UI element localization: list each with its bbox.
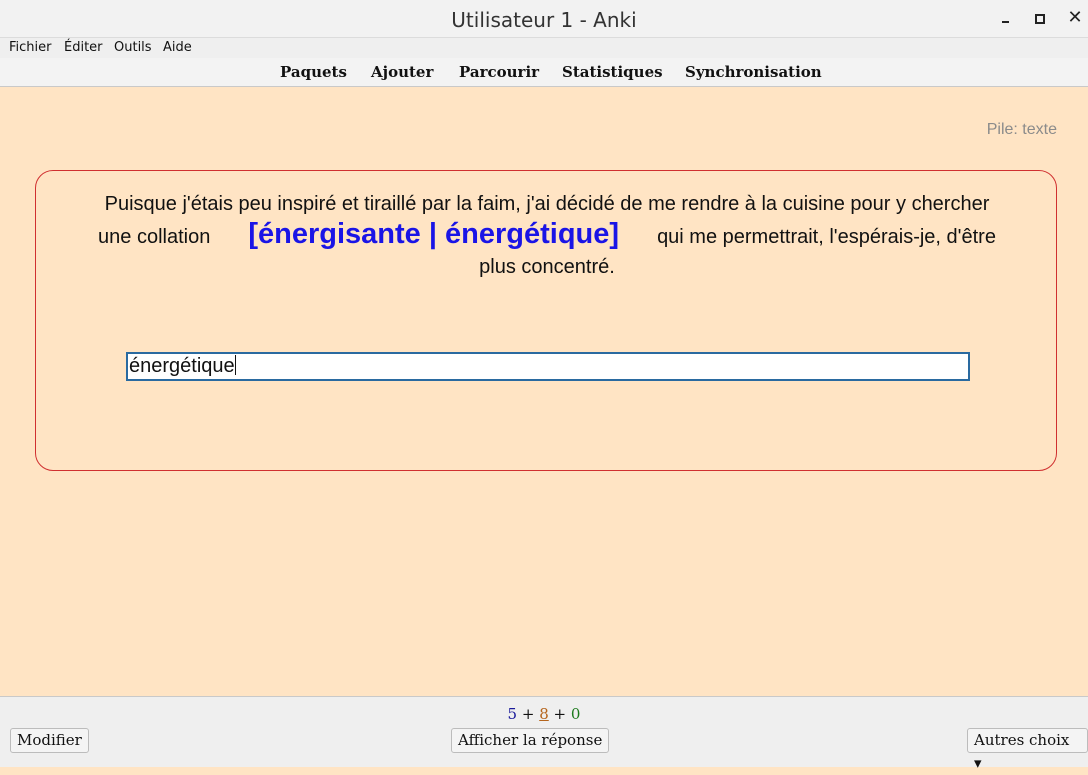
toolbar-browse[interactable]: Parcourir — [459, 63, 539, 81]
menu-fichier[interactable]: Fichier — [9, 40, 52, 55]
window-title: Utilisateur 1 - Anki — [451, 8, 637, 32]
count-separator: + — [521, 705, 535, 723]
menu-outils[interactable]: Outils — [114, 40, 152, 55]
more-options-button[interactable]: Autres choix ▾ — [967, 728, 1088, 772]
show-answer-button[interactable]: Afficher la réponse — [451, 728, 610, 753]
bottom-bar: 5 + 8 + 0 Modifier Afficher la réponse A… — [0, 696, 1088, 772]
due-counts: 5 + 8 + 0 — [0, 705, 1088, 723]
menu-editer[interactable]: Éditer — [64, 40, 103, 55]
main-toolbar: Paquets Ajouter Parcourir Statistiques S… — [0, 58, 1088, 87]
toolbar-decks[interactable]: Paquets — [280, 63, 347, 81]
answer-input[interactable]: énergétique — [126, 352, 970, 381]
count-review: 0 — [570, 705, 581, 723]
close-icon[interactable]: ✕ — [1065, 8, 1085, 28]
title-bar: Utilisateur 1 - Anki ✕ — [0, 0, 1088, 38]
count-learn: 8 — [539, 705, 549, 723]
toolbar-sync[interactable]: Synchronisation — [685, 63, 822, 81]
count-new: 5 — [507, 705, 518, 723]
maximize-icon[interactable] — [1030, 8, 1050, 28]
toolbar-stats[interactable]: Statistiques — [562, 63, 663, 81]
minimize-icon[interactable] — [996, 8, 1016, 28]
card-frame: Puisque j'étais peu inspiré et tiraillé … — [35, 170, 1057, 471]
edit-button[interactable]: Modifier — [10, 728, 89, 753]
answer-value: énergétique — [129, 355, 235, 377]
menu-bar: Fichier Éditer Outils Aide — [0, 38, 1088, 58]
menu-aide[interactable]: Aide — [163, 40, 192, 55]
deck-label: Pile: texte — [986, 121, 1057, 138]
cloze-hint: [énergisante | énergétique] — [248, 218, 620, 250]
toolbar-add[interactable]: Ajouter — [371, 63, 433, 81]
count-separator: + — [553, 705, 567, 723]
card-question: Puisque j'étais peu inspiré et tiraillé … — [86, 189, 1008, 282]
text-caret — [234, 355, 236, 375]
